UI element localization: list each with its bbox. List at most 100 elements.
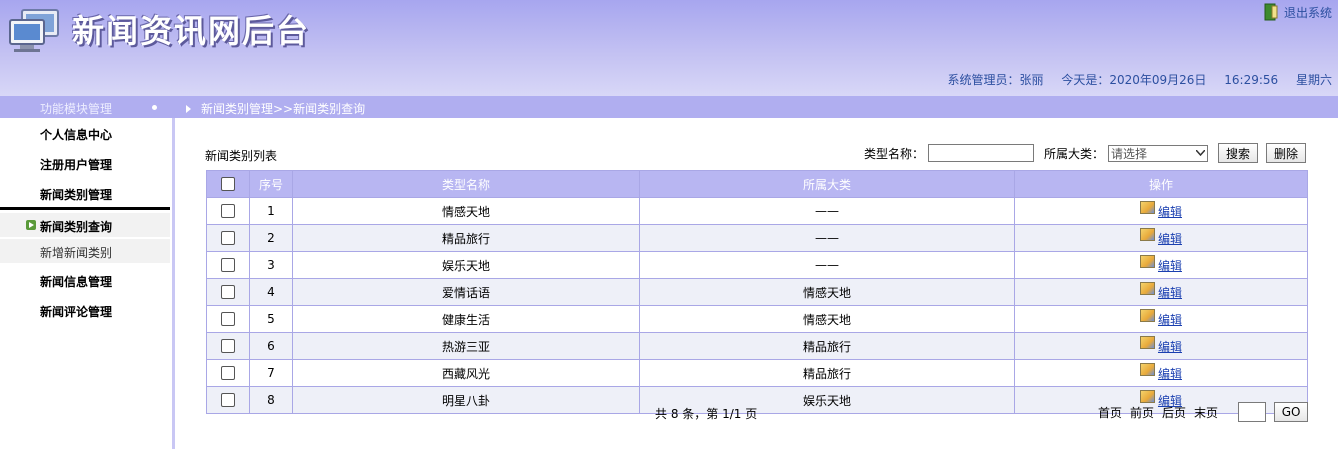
menu-divider bbox=[0, 207, 170, 210]
edit-link[interactable]: 编辑 bbox=[1158, 232, 1182, 246]
logout-link[interactable]: 退出系统 bbox=[1264, 3, 1332, 21]
sidebar-subitem-category-query[interactable]: 新闻类别查询 bbox=[0, 213, 170, 237]
row-parent-category: —— bbox=[639, 197, 1015, 225]
row-no: 7 bbox=[249, 359, 293, 387]
table-row: 3 娱乐天地 —— 编辑 bbox=[206, 251, 1308, 279]
edit-link[interactable]: 编辑 bbox=[1158, 286, 1182, 300]
sidebar-item-news-category[interactable]: 新闻类别管理 bbox=[40, 186, 112, 203]
row-type-name: 明星八卦 bbox=[292, 386, 640, 414]
row-checkbox[interactable] bbox=[221, 231, 235, 246]
table-row: 5 健康生活 情感天地 编辑 bbox=[206, 305, 1308, 333]
table-row: 1 情感天地 —— 编辑 bbox=[206, 197, 1308, 225]
row-no: 3 bbox=[249, 251, 293, 279]
row-select-cell bbox=[206, 278, 250, 306]
record-count: 共 8 条，第 1/1 页 bbox=[655, 407, 758, 421]
table-header-row: 序号 类型名称 所属大类 操作 bbox=[206, 170, 1308, 198]
col-header-no: 序号 bbox=[249, 170, 293, 198]
row-parent-category: 精品旅行 bbox=[639, 332, 1015, 360]
row-actions: 编辑 bbox=[1014, 224, 1308, 252]
table-row: 2 精品旅行 —— 编辑 bbox=[206, 224, 1308, 252]
edit-icon bbox=[1139, 254, 1155, 268]
category-label: 所属大类： bbox=[1044, 146, 1105, 161]
row-no: 4 bbox=[249, 278, 293, 306]
row-no: 8 bbox=[249, 386, 293, 414]
row-no: 2 bbox=[249, 224, 293, 252]
current-time: 16:29:56 bbox=[1224, 73, 1279, 87]
table-row: 6 热游三亚 精品旅行 编辑 bbox=[206, 332, 1308, 360]
row-actions: 编辑 bbox=[1014, 197, 1308, 225]
arrow-right-icon bbox=[186, 105, 191, 113]
row-parent-category: —— bbox=[639, 224, 1015, 252]
row-select-cell bbox=[206, 197, 250, 225]
row-checkbox[interactable] bbox=[221, 393, 235, 408]
table-row: 4 爱情话语 情感天地 编辑 bbox=[206, 278, 1308, 306]
nav-bar: 功能模块管理 新闻类别管理>>新闻类别查询 bbox=[0, 96, 1338, 118]
edit-link[interactable]: 编辑 bbox=[1158, 367, 1182, 381]
row-type-name: 西藏风光 bbox=[292, 359, 640, 387]
edit-link[interactable]: 编辑 bbox=[1158, 259, 1182, 273]
computer-monitor-icon bbox=[9, 9, 59, 52]
go-button[interactable]: GO bbox=[1274, 402, 1309, 422]
edit-icon bbox=[1139, 200, 1155, 214]
current-weekday: 星期六 bbox=[1295, 73, 1332, 87]
sidebar-item-comments[interactable]: 新闻评论管理 bbox=[40, 303, 112, 320]
first-page-link[interactable]: 首页 bbox=[1098, 404, 1122, 421]
select-all-cell bbox=[206, 170, 250, 198]
edit-icon bbox=[1139, 389, 1155, 403]
row-checkbox[interactable] bbox=[221, 204, 235, 219]
next-page-link[interactable]: 后页 bbox=[1162, 404, 1186, 421]
row-checkbox[interactable] bbox=[221, 285, 235, 300]
edit-link[interactable]: 编辑 bbox=[1158, 340, 1182, 354]
last-page-link[interactable]: 末页 bbox=[1194, 404, 1218, 421]
logout-label[interactable]: 退出系统 bbox=[1284, 4, 1332, 21]
bullet-arrow-icon bbox=[26, 220, 36, 230]
type-name-input[interactable] bbox=[928, 144, 1035, 162]
sidebar-item-users[interactable]: 注册用户管理 bbox=[40, 156, 112, 173]
prev-page-link[interactable]: 前页 bbox=[1130, 404, 1154, 421]
module-title: 功能模块管理 bbox=[40, 102, 113, 116]
current-date: 今天是：2020年09月26日 bbox=[1061, 73, 1207, 87]
page-number-input[interactable] bbox=[1238, 402, 1267, 422]
row-type-name: 健康生活 bbox=[292, 305, 640, 333]
row-checkbox[interactable] bbox=[221, 258, 235, 273]
select-all-checkbox[interactable] bbox=[221, 177, 235, 192]
row-type-name: 热游三亚 bbox=[292, 332, 640, 360]
row-actions: 编辑 bbox=[1014, 251, 1308, 279]
subitem-label: 新闻类别查询 bbox=[40, 220, 113, 234]
row-type-name: 爱情话语 bbox=[292, 278, 640, 306]
delete-button[interactable]: 删除 bbox=[1266, 143, 1307, 163]
row-actions: 编辑 bbox=[1014, 305, 1308, 333]
category-selected-value: 请选择 bbox=[1111, 146, 1148, 161]
row-no: 5 bbox=[249, 305, 293, 333]
sidebar-item-news-info[interactable]: 新闻信息管理 bbox=[40, 273, 112, 290]
col-header-parent: 所属大类 bbox=[639, 170, 1015, 198]
col-header-actions: 操作 bbox=[1014, 170, 1308, 198]
row-actions: 编辑 bbox=[1014, 278, 1308, 306]
row-select-cell bbox=[206, 359, 250, 387]
list-title: 新闻类别列表 bbox=[205, 149, 278, 163]
app-title: 新闻资讯网后台 bbox=[72, 12, 311, 50]
edit-icon bbox=[1139, 362, 1155, 376]
type-name-label: 类型名称： bbox=[864, 146, 925, 161]
row-parent-category: 精品旅行 bbox=[639, 359, 1015, 387]
row-checkbox[interactable] bbox=[221, 339, 235, 354]
sidebar-item-profile[interactable]: 个人信息中心 bbox=[40, 126, 112, 143]
pagination: 首页 前页 后页 末页 GO bbox=[1098, 402, 1309, 422]
search-button[interactable]: 搜索 bbox=[1218, 143, 1259, 163]
row-type-name: 娱乐天地 bbox=[292, 251, 640, 279]
subitem-label: 新增新闻类别 bbox=[40, 246, 113, 260]
edit-link[interactable]: 编辑 bbox=[1158, 313, 1182, 327]
breadcrumb: 新闻类别管理>>新闻类别查询 bbox=[201, 102, 366, 116]
row-select-cell bbox=[206, 305, 250, 333]
category-select[interactable]: 请选择 bbox=[1108, 144, 1209, 162]
sidebar-subitem-category-add[interactable]: 新增新闻类别 bbox=[0, 239, 170, 263]
edit-link[interactable]: 编辑 bbox=[1158, 205, 1182, 219]
row-type-name: 精品旅行 bbox=[292, 224, 640, 252]
row-checkbox[interactable] bbox=[221, 366, 235, 381]
row-no: 1 bbox=[249, 197, 293, 225]
door-exit-icon bbox=[1264, 3, 1278, 21]
row-parent-category: —— bbox=[639, 251, 1015, 279]
row-checkbox[interactable] bbox=[221, 312, 235, 327]
col-header-name: 类型名称 bbox=[292, 170, 640, 198]
row-type-name: 情感天地 bbox=[292, 197, 640, 225]
